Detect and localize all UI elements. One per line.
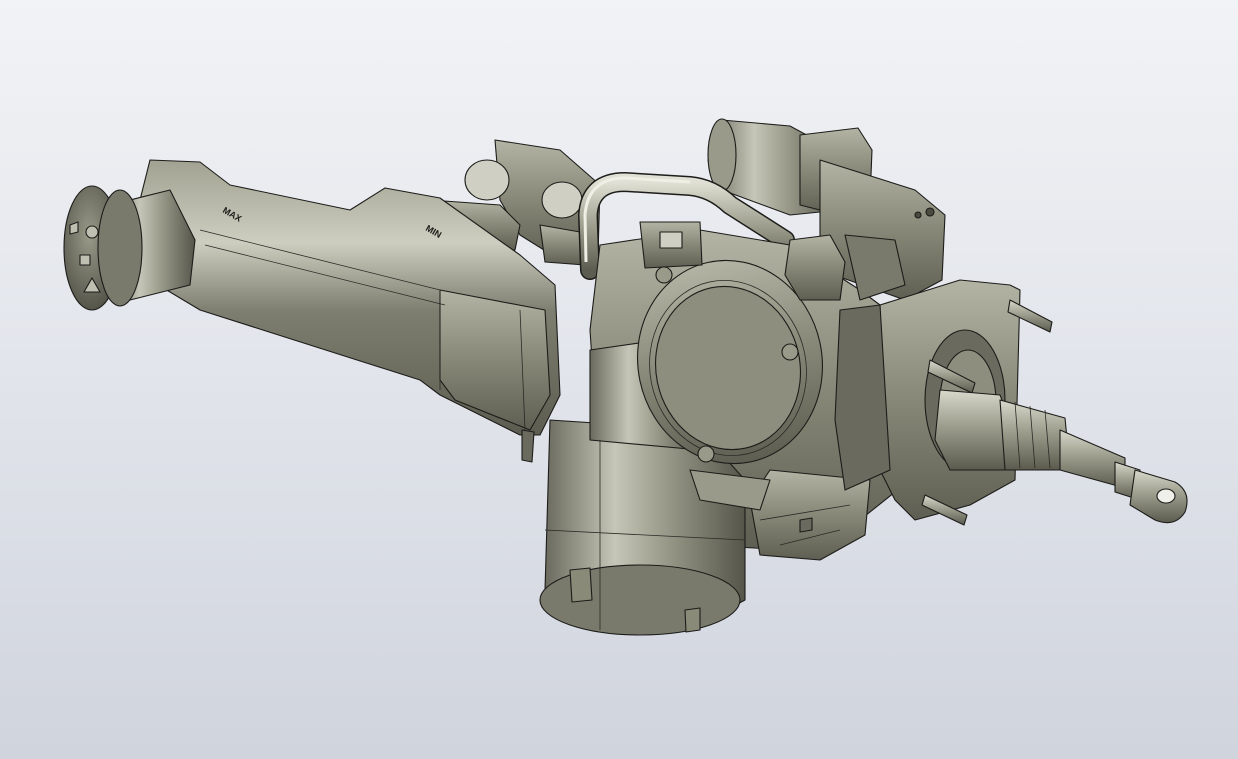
cad-viewport[interactable]: MAX MIN [0,0,1238,759]
cad-model-render[interactable]: MAX MIN [0,0,1238,759]
